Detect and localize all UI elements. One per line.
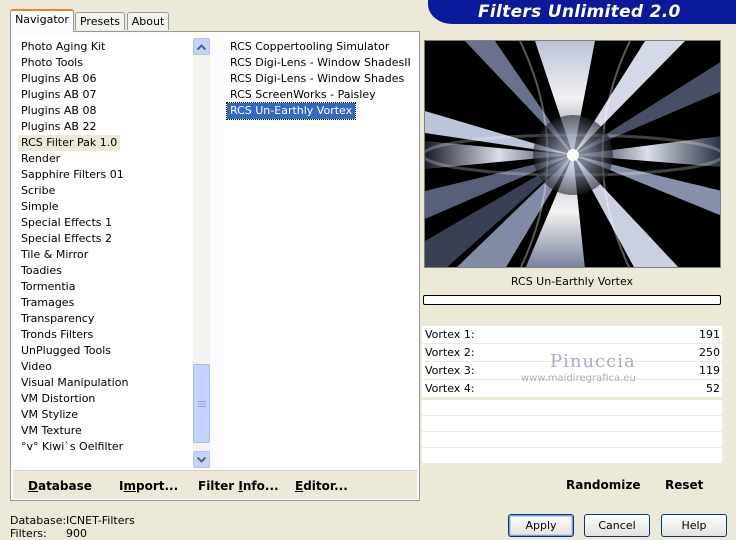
scroll-thumb[interactable] [193, 364, 210, 443]
param-row-empty [422, 416, 722, 432]
app-title: Filters Unlimited 2.0 [478, 2, 681, 22]
progress-bar [423, 295, 721, 305]
tab-presets[interactable]: Presets [75, 12, 125, 30]
filter-item[interactable]: RCS Un-Earthly Vortex [225, 102, 357, 120]
filter-list[interactable]: RCS Coppertooling Simulator RCS Digi-Lens… [224, 37, 419, 469]
filters-count-value: 900 [66, 527, 87, 540]
help-button[interactable]: Help [661, 514, 727, 537]
category-item[interactable]: VM Stylize [18, 407, 81, 423]
category-item[interactable]: Visual Manipulation [18, 375, 131, 391]
category-scrollbar[interactable] [193, 38, 210, 468]
category-item[interactable]: Tormentia [18, 279, 78, 295]
filter-item[interactable]: RCS Digi-Lens - Window Shades [227, 71, 407, 87]
randomize-button[interactable]: Randomize [566, 478, 640, 492]
param-value: 52 [706, 382, 720, 395]
tab-about[interactable]: About [127, 12, 169, 30]
cancel-button[interactable]: Cancel [584, 514, 650, 537]
category-item[interactable]: Scribe [18, 183, 58, 199]
category-item[interactable]: Simple [18, 199, 62, 215]
filter-item[interactable]: RCS ScreenWorks - Paisley [227, 87, 379, 103]
editor-button[interactable]: Editor... [295, 479, 348, 493]
filter-info-button[interactable]: Filter Info... [198, 479, 279, 493]
category-item[interactable]: Sapphire Filters 01 [18, 167, 127, 183]
filter-preview-image [424, 40, 721, 268]
category-item[interactable]: Plugins AB 06 [18, 71, 99, 87]
chevron-up-icon [197, 43, 206, 50]
watermark-text: Pinuccia [550, 351, 636, 372]
category-item[interactable]: Tramages [18, 295, 77, 311]
param-row-empty [422, 432, 722, 448]
param-value: 119 [699, 364, 720, 377]
category-item[interactable]: Plugins AB 07 [18, 87, 99, 103]
category-item[interactable]: Special Effects 2 [18, 231, 115, 247]
category-item[interactable]: Transparency [18, 311, 97, 327]
category-item[interactable]: Plugins AB 22 [18, 119, 99, 135]
category-item[interactable]: Photo Aging Kit [18, 39, 108, 55]
parameter-panel: Vortex 1: 191 Vortex 2: 250 Vortex 3: 11… [422, 326, 722, 468]
import-button[interactable]: Import... [119, 479, 178, 493]
category-item[interactable]: Plugins AB 08 [18, 103, 99, 119]
watermark-url: www.maidiregrafica.eu [521, 373, 636, 384]
selected-filter-name: RCS Un-Earthly Vortex [510, 275, 634, 288]
category-item[interactable]: RCS Filter Pak 1.0 [18, 135, 121, 151]
apply-button[interactable]: Apply [508, 514, 574, 537]
param-row-vortex-1[interactable]: Vortex 1: 191 [422, 326, 722, 344]
reset-button[interactable]: Reset [665, 478, 703, 492]
param-label: Vortex 2: [425, 346, 475, 359]
filters-count-label: Filters: [10, 527, 47, 540]
category-item[interactable]: Video [18, 359, 55, 375]
filter-item[interactable]: RCS Digi-Lens - Window ShadesII [227, 55, 414, 71]
database-button[interactable]: Database [28, 479, 92, 493]
database-value: ICNET-Filters [66, 514, 135, 527]
scroll-up-button[interactable] [193, 38, 210, 55]
category-item[interactable]: VM Distortion [18, 391, 98, 407]
chevron-down-icon [197, 456, 206, 463]
category-item[interactable]: Toadies [18, 263, 65, 279]
category-item[interactable]: Render [18, 151, 63, 167]
param-value: 250 [699, 346, 720, 359]
category-item[interactable]: Special Effects 1 [18, 215, 115, 231]
category-item[interactable]: Tile & Mirror [18, 247, 91, 263]
param-row-empty [422, 400, 722, 416]
param-label: Vortex 4: [425, 382, 475, 395]
param-row-empty [422, 448, 722, 464]
category-item[interactable]: Tronds Filters [18, 327, 96, 343]
category-item[interactable]: Photo Tools [18, 55, 86, 71]
filter-item[interactable]: RCS Coppertooling Simulator [227, 39, 392, 55]
preset-toolbar: Randomize Reset [422, 470, 722, 498]
param-value: 191 [699, 328, 720, 341]
category-item[interactable]: UnPlugged Tools [18, 343, 114, 359]
grip-icon [197, 400, 206, 407]
navigator-toolbar: Database Import... Filter Info... Editor… [13, 470, 417, 499]
tab-navigator[interactable]: Navigator [10, 9, 74, 32]
category-item[interactable]: °v° Kiwi`s Oelfilter [18, 439, 126, 455]
param-label: Vortex 3: [425, 364, 475, 377]
category-item[interactable]: VM Texture [18, 423, 85, 439]
scroll-down-button[interactable] [193, 451, 210, 468]
category-list[interactable]: Photo Aging Kit Photo Tools Plugins AB 06 P… [17, 37, 195, 469]
param-label: Vortex 1: [425, 328, 475, 341]
database-label: Database: [10, 514, 67, 527]
